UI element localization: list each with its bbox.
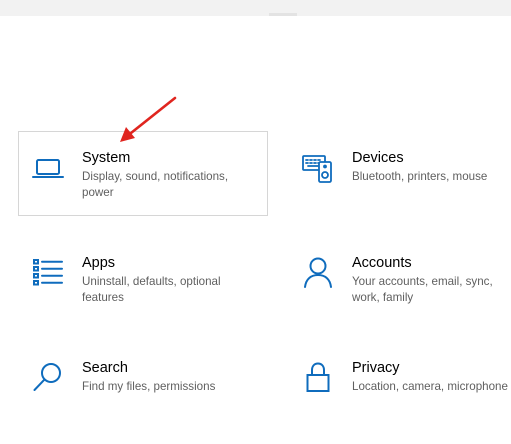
magnifier-icon bbox=[31, 360, 65, 394]
tile-accounts-description: Your accounts, email, sync, work, family bbox=[352, 275, 493, 304]
top-strip bbox=[0, 0, 511, 16]
top-strip-stub bbox=[269, 13, 297, 16]
apps-list-icon bbox=[31, 255, 65, 289]
tile-apps[interactable]: Apps Uninstall, defaults, optional featu… bbox=[18, 236, 268, 321]
person-icon bbox=[301, 255, 335, 289]
tile-apps-title: Apps bbox=[82, 255, 116, 271]
tile-apps-description: Uninstall, defaults, optional features bbox=[82, 275, 221, 304]
tile-system-description: Display, sound, notifications, power bbox=[82, 170, 229, 199]
tile-search-title: Search bbox=[82, 360, 128, 376]
tile-devices-description: Bluetooth, printers, mouse bbox=[352, 170, 488, 183]
tile-devices[interactable]: Devices Bluetooth, printers, mouse bbox=[288, 131, 511, 216]
tile-privacy-description: Location, camera, microphone bbox=[352, 380, 508, 393]
lock-icon bbox=[301, 360, 335, 394]
tile-privacy-title: Privacy bbox=[352, 360, 400, 376]
tile-system-title: System bbox=[82, 150, 131, 166]
tile-accounts-title: Accounts bbox=[352, 255, 412, 271]
tile-system[interactable]: System Display, sound, notifications, po… bbox=[18, 131, 268, 216]
tile-accounts[interactable]: Accounts Your accounts, email, sync, wor… bbox=[288, 236, 511, 321]
laptop-icon bbox=[31, 150, 65, 184]
tile-search-description: Find my files, permissions bbox=[82, 380, 216, 393]
tile-devices-title: Devices bbox=[352, 150, 404, 166]
tile-search[interactable]: Search Find my files, permissions bbox=[18, 341, 268, 426]
tile-privacy[interactable]: Privacy Location, camera, microphone bbox=[288, 341, 511, 426]
devices-icon bbox=[301, 150, 335, 184]
